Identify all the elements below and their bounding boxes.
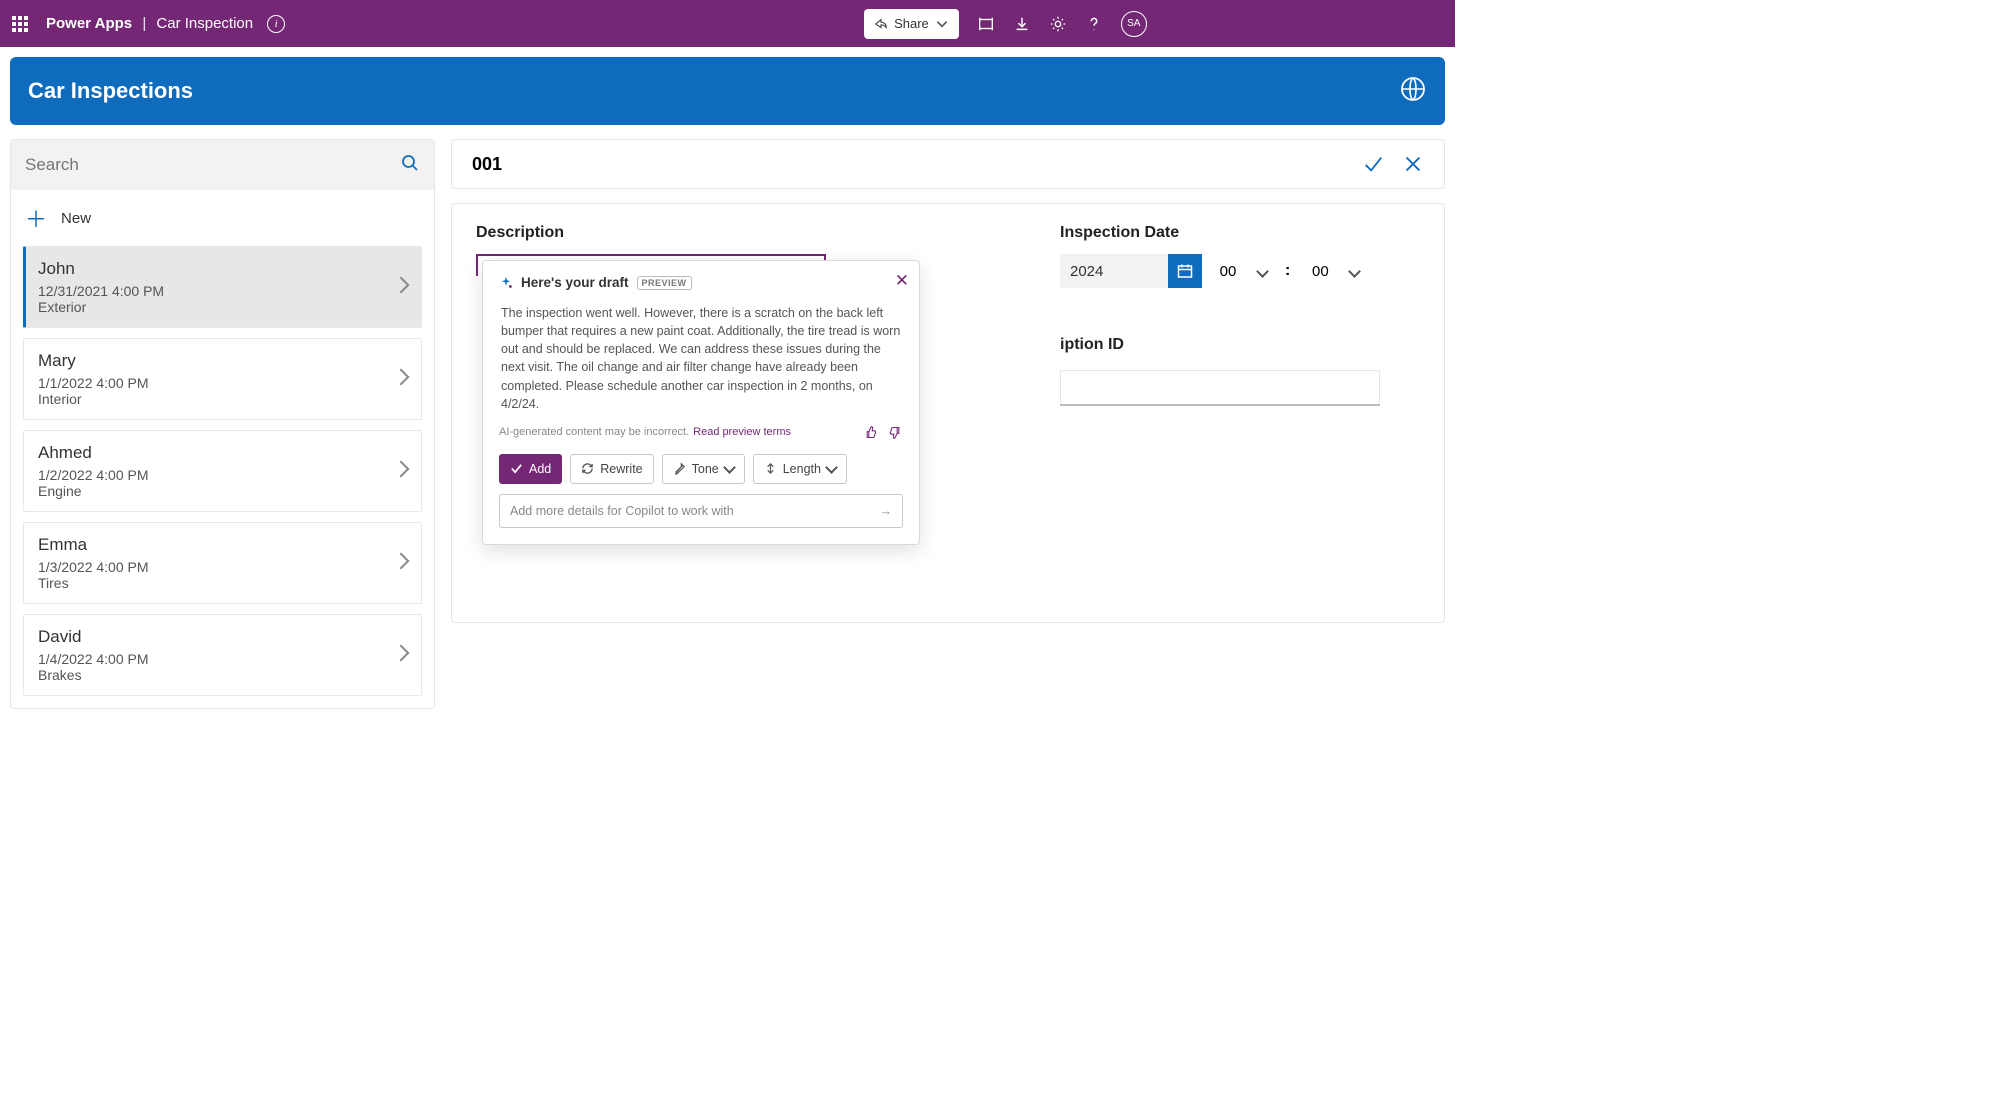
minute-select[interactable]: 00 [1294, 254, 1373, 288]
copilot-popover: Here's your draft PREVIEW ✕ The inspecti… [482, 260, 920, 545]
gear-icon[interactable] [1049, 15, 1067, 33]
download-icon[interactable] [1013, 15, 1031, 33]
chevron-right-icon [395, 370, 407, 388]
copilot-sparkle-icon [499, 276, 513, 290]
chevron-right-icon [395, 554, 407, 572]
item-name: Ahmed [38, 443, 407, 463]
list-item[interactable]: Mary 1/1/2022 4:00 PMInterior [23, 338, 422, 420]
copilot-rewrite-button[interactable]: Rewrite [570, 454, 653, 484]
fit-icon[interactable] [977, 15, 995, 33]
iption-id-input[interactable] [1060, 370, 1380, 406]
item-date: 1/3/2022 4:00 PM [38, 559, 407, 575]
help-icon[interactable] [1085, 15, 1103, 33]
inspection-date-input[interactable]: 2024 00 : 00 [1060, 254, 1420, 288]
item-name: Emma [38, 535, 407, 555]
item-type: Exterior [38, 299, 407, 315]
info-icon[interactable]: i [267, 15, 285, 33]
copilot-close-icon[interactable]: ✕ [895, 271, 909, 291]
description-label: Description [476, 224, 1000, 242]
list-item[interactable]: David 1/4/2022 4:00 PMBrakes [23, 614, 422, 696]
list-item[interactable]: Emma 1/3/2022 4:00 PMTires [23, 522, 422, 604]
item-type: Engine [38, 483, 407, 499]
app-topbar: Power Apps | Car Inspection i Share SA [0, 0, 1455, 47]
item-name: David [38, 627, 407, 647]
preview-terms-link[interactable]: Read preview terms [693, 426, 791, 438]
copilot-title: Here's your draft [521, 275, 629, 290]
hour-select[interactable]: 00 [1202, 254, 1281, 288]
detail-header: 001 [451, 139, 1445, 189]
inspection-date-label: Inspection Date [1060, 224, 1420, 242]
share-icon [874, 17, 888, 31]
waffle-icon[interactable] [12, 16, 28, 32]
share-button[interactable]: Share [864, 9, 959, 39]
arrow-right-icon: → [880, 504, 893, 518]
thumbs-up-icon[interactable] [863, 425, 878, 440]
item-type: Tires [38, 575, 407, 591]
new-button[interactable]: ＋ New [11, 190, 434, 246]
chevron-down-icon [1256, 265, 1269, 278]
copilot-more-input[interactable]: Add more details for Copilot to work wit… [499, 494, 903, 528]
copilot-tone-button[interactable]: Tone [662, 454, 745, 484]
close-icon[interactable] [1402, 153, 1424, 175]
record-id: 001 [472, 154, 502, 175]
thumbs-down-icon[interactable] [888, 425, 903, 440]
app-name: Car Inspection [156, 15, 253, 32]
new-label: New [61, 210, 91, 227]
item-name: John [38, 259, 407, 279]
item-name: Mary [38, 351, 407, 371]
item-date: 1/2/2022 4:00 PM [38, 467, 407, 483]
item-date: 12/31/2021 4:00 PM [38, 283, 407, 299]
chevron-right-icon [395, 278, 407, 296]
item-date: 1/4/2022 4:00 PM [38, 651, 407, 667]
breadcrumb: Power Apps | Car Inspection [46, 15, 253, 32]
page-header: Car Inspections [10, 57, 1445, 125]
chevron-right-icon [395, 646, 407, 664]
copilot-draft-text: The inspection went well. However, there… [499, 304, 903, 413]
chevron-right-icon [395, 462, 407, 480]
iption-id-label: iption ID [1060, 336, 1420, 354]
calendar-icon[interactable] [1168, 254, 1202, 288]
product-name: Power Apps [46, 15, 132, 32]
date-year-fragment[interactable]: 2024 [1060, 254, 1168, 288]
copilot-add-button[interactable]: Add [499, 454, 562, 484]
item-date: 1/1/2022 4:00 PM [38, 375, 407, 391]
list-item[interactable]: John 12/31/2021 4:00 PMExterior [23, 246, 422, 328]
globe-icon[interactable] [1399, 75, 1427, 108]
copilot-disclaimer: AI-generated content may be incorrect. R… [499, 425, 903, 440]
detail-body: Description Here's your draft PREVIEW ✕ … [451, 203, 1445, 623]
item-type: Brakes [38, 667, 407, 683]
inspection-list-panel: ＋ New John 12/31/2021 4:00 PMExterior Mary… [10, 139, 435, 709]
list-item[interactable]: Ahmed 1/2/2022 4:00 PMEngine [23, 430, 422, 512]
chevron-down-icon [1348, 265, 1361, 278]
item-type: Interior [38, 391, 407, 407]
plus-icon: ＋ [25, 202, 47, 234]
search-icon[interactable] [400, 153, 420, 178]
page-title: Car Inspections [28, 78, 193, 104]
breadcrumb-sep: | [142, 15, 146, 32]
avatar[interactable]: SA [1121, 11, 1147, 37]
search-row [11, 140, 434, 190]
confirm-icon[interactable] [1362, 153, 1384, 175]
preview-badge: PREVIEW [637, 276, 692, 290]
copilot-length-button[interactable]: Length [753, 454, 847, 484]
detail-panel: 001 Description Here's yo [451, 139, 1445, 623]
search-input[interactable] [25, 155, 400, 175]
chevron-down-icon [935, 17, 949, 31]
